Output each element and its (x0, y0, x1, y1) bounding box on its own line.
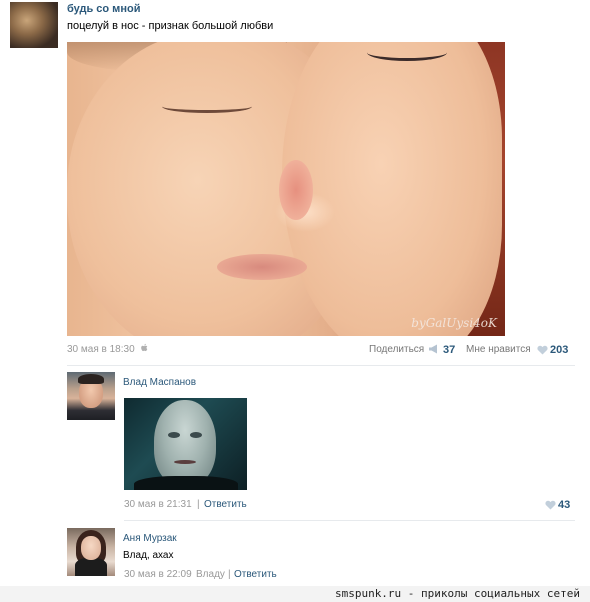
comment-divider (124, 520, 575, 521)
reply-link[interactable]: Ответить (204, 499, 247, 510)
comments-divider (67, 365, 575, 366)
comment-date[interactable]: 30 мая в 22:09 (124, 569, 192, 580)
reply-link[interactable]: Ответить (234, 569, 277, 580)
post-author-avatar[interactable] (10, 2, 58, 48)
comment-avatar[interactable] (67, 528, 115, 576)
heart-icon[interactable] (537, 345, 548, 355)
post-photo[interactable]: byGalUysi4oK (67, 42, 505, 336)
heart-icon[interactable] (545, 500, 556, 510)
share-button-label[interactable]: Поделиться (369, 344, 424, 355)
megaphone-icon[interactable] (428, 344, 440, 354)
post-date[interactable]: 30 мая в 18:30 (67, 344, 135, 355)
comment-author-name[interactable]: Влад Маспанов (123, 377, 196, 388)
photo-watermark: byGalUysi4oK (411, 316, 497, 330)
comment-reply-to[interactable]: Владу (196, 569, 225, 580)
comment-text: Влад, ахах (123, 550, 174, 561)
post-text: поцелуй в нос - признак большой любви (67, 20, 274, 32)
comment-image[interactable] (124, 398, 247, 490)
site-credit: smspunk.ru - приколы социальных сетей (334, 587, 580, 600)
comment-date[interactable]: 30 мая в 21:31 (124, 499, 192, 510)
comment-author-name[interactable]: Аня Мурзак (123, 533, 177, 544)
comment-separator: | (228, 569, 231, 580)
apple-icon (141, 343, 148, 352)
share-count: 37 (443, 344, 456, 356)
comment-avatar[interactable] (67, 372, 115, 420)
like-button-label[interactable]: Мне нравится (466, 344, 531, 355)
comment-separator: | (197, 499, 200, 510)
post-author-name[interactable]: будь со мной (67, 3, 140, 15)
comment-like-count: 43 (558, 499, 571, 511)
like-count: 203 (550, 344, 569, 356)
